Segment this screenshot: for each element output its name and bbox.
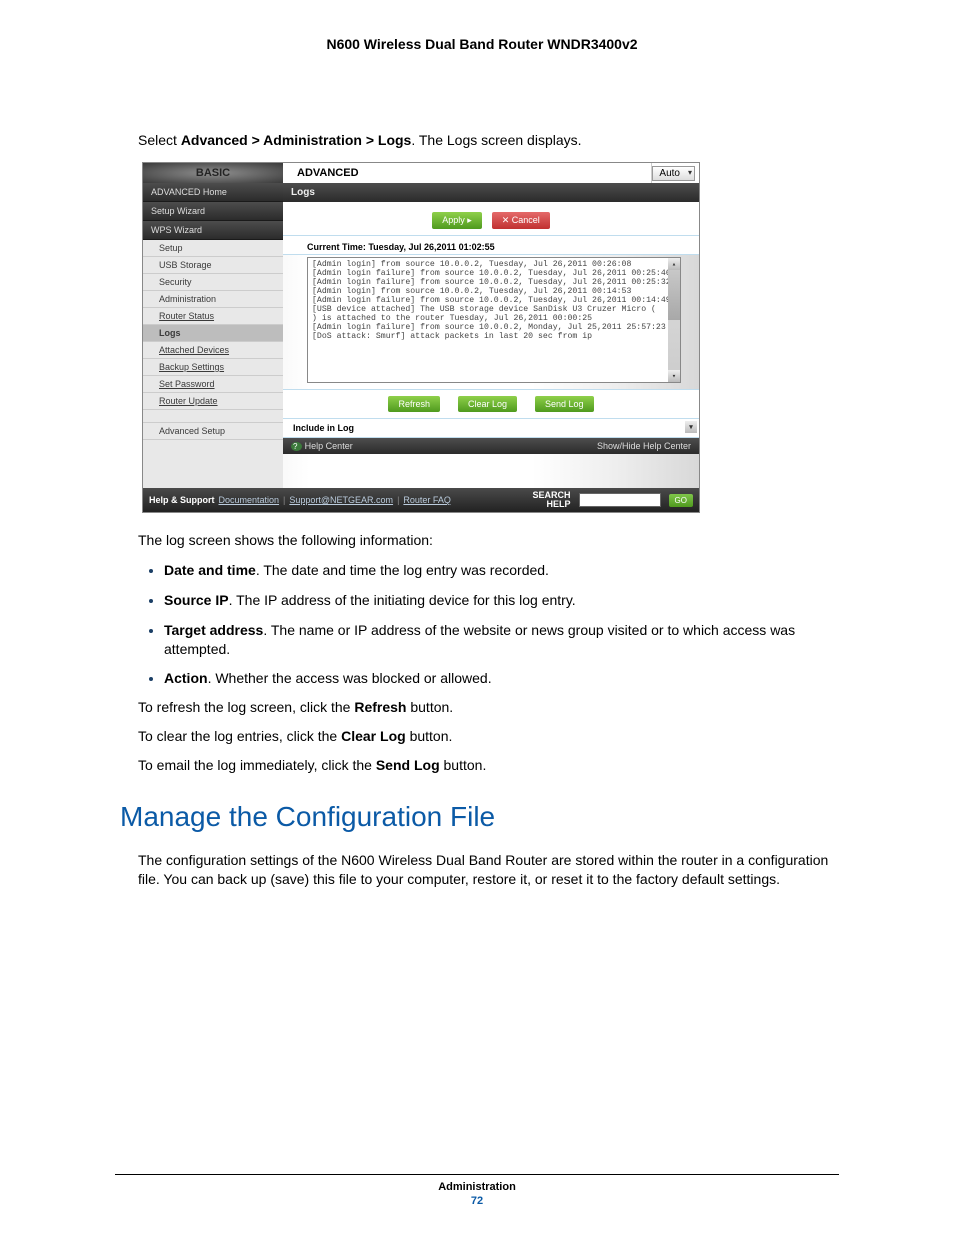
content-panel: Logs Apply ▸ ✕ Cancel Current Time: Tues… — [283, 183, 699, 488]
body-p4: To email the log immediately, click the … — [138, 756, 844, 775]
scroll-down-icon[interactable]: ▾ — [685, 421, 697, 433]
scroll-down-icon[interactable]: ▾ — [668, 370, 680, 382]
log-line: [DoS attack: Smurf] attack packets in la… — [312, 332, 676, 341]
intro-line: Select Advanced > Administration > Logs.… — [138, 132, 844, 148]
tab-basic[interactable]: BASIC — [143, 163, 283, 183]
search-input[interactable] — [579, 493, 661, 507]
language-select[interactable]: Auto — [652, 166, 695, 181]
log-line: [Admin login] from source 10.0.0.2, Tues… — [312, 287, 676, 296]
sidebar-setup[interactable]: Setup — [143, 240, 283, 257]
log-line: [Admin login] from source 10.0.0.2, Tues… — [312, 260, 676, 269]
sidebar-wps-wizard[interactable]: WPS Wizard — [143, 221, 283, 240]
log-line: [USB device attached] The USB storage de… — [312, 305, 676, 314]
router-faq-link[interactable]: Router FAQ — [403, 495, 451, 505]
panel-title: Logs — [283, 183, 699, 202]
sidebar-backup-settings[interactable]: Backup Settings — [143, 359, 283, 376]
bullet-action: Action. Whether the access was blocked o… — [164, 668, 844, 688]
sidebar-usb-storage[interactable]: USB Storage — [143, 257, 283, 274]
bullet-source-ip: Source IP. The IP address of the initiat… — [164, 590, 844, 610]
sidebar-security[interactable]: Security — [143, 274, 283, 291]
include-in-log: Include in Log ▾ — [283, 419, 699, 438]
sidebar-logs[interactable]: Logs — [143, 325, 283, 342]
sidebar-advanced-home[interactable]: ADVANCED Home — [143, 183, 283, 202]
sidebar-advanced-setup[interactable]: Advanced Setup — [143, 423, 283, 440]
current-time: Current Time: Tuesday, Jul 26,2011 01:02… — [283, 235, 699, 255]
footer-chapter: Administration — [0, 1181, 954, 1193]
scroll-thumb[interactable] — [668, 270, 680, 320]
router-footer-bar: Help & Support Documentation | Support@N… — [143, 488, 699, 512]
apply-button[interactable]: Apply ▸ — [432, 212, 482, 229]
tab-advanced[interactable]: ADVANCED — [283, 163, 652, 183]
body-p3: To clear the log entries, click the Clea… — [138, 727, 844, 746]
body-p5: The configuration settings of the N600 W… — [138, 851, 844, 889]
send-log-button[interactable]: Send Log — [535, 396, 594, 412]
log-line: [Admin login failure] from source 10.0.0… — [312, 323, 676, 332]
sidebar-set-password[interactable]: Set Password — [143, 376, 283, 393]
page-footer: Administration 72 — [0, 1174, 954, 1207]
sidebar-router-update[interactable]: Router Update — [143, 393, 283, 410]
sidebar-attached-devices[interactable]: Attached Devices — [143, 342, 283, 359]
log-line: [Admin login failure] from source 10.0.0… — [312, 269, 676, 278]
log-scrollbar[interactable]: ▴ ▾ — [668, 258, 680, 382]
help-center[interactable]: Help Center — [291, 441, 353, 451]
cancel-button[interactable]: ✕ Cancel — [492, 212, 550, 229]
router-screenshot: BASIC ADVANCED Auto ADVANCED Home Setup … — [142, 162, 700, 513]
search-label: SEARCHHELP — [533, 491, 571, 509]
footer-page-number: 72 — [0, 1195, 954, 1207]
show-hide-help[interactable]: Show/Hide Help Center — [597, 441, 691, 451]
doc-header: N600 Wireless Dual Band Router WNDR3400v… — [120, 36, 844, 52]
log-line: [Admin login failure] from source 10.0.0… — [312, 296, 676, 305]
intro-prefix: Select — [138, 132, 181, 148]
go-button[interactable]: GO — [669, 494, 693, 507]
documentation-link[interactable]: Documentation — [219, 495, 280, 505]
sidebar-spacer — [143, 410, 283, 423]
sidebar-administration[interactable]: Administration — [143, 291, 283, 308]
bullet-target-address: Target address. The name or IP address o… — [164, 620, 844, 659]
refresh-button[interactable]: Refresh — [388, 396, 440, 412]
section-heading: Manage the Configuration File — [120, 801, 844, 833]
body-p2: To refresh the log screen, click the Ref… — [138, 698, 844, 717]
clear-log-button[interactable]: Clear Log — [458, 396, 517, 412]
sidebar-router-status[interactable]: Router Status — [143, 308, 283, 325]
bullet-date-time: Date and time. The date and time the log… — [164, 560, 844, 580]
support-email-link[interactable]: Support@NETGEAR.com — [289, 495, 393, 505]
scroll-up-icon[interactable]: ▴ — [668, 258, 680, 270]
sidebar: ADVANCED Home Setup Wizard WPS Wizard Se… — [143, 183, 283, 488]
log-textarea[interactable]: [Admin login] from source 10.0.0.2, Tues… — [307, 257, 681, 383]
body-p1: The log screen shows the following infor… — [138, 531, 844, 550]
sidebar-setup-wizard[interactable]: Setup Wizard — [143, 202, 283, 221]
sidebar-fill — [143, 440, 283, 488]
log-line: [Admin login failure] from source 10.0.0… — [312, 278, 676, 287]
log-line: ) is attached to the router Tuesday, Jul… — [312, 314, 676, 323]
help-support-label: Help & Support — [149, 495, 215, 505]
intro-path: Advanced > Administration > Logs — [181, 132, 412, 148]
intro-suffix: . The Logs screen displays. — [411, 132, 581, 148]
